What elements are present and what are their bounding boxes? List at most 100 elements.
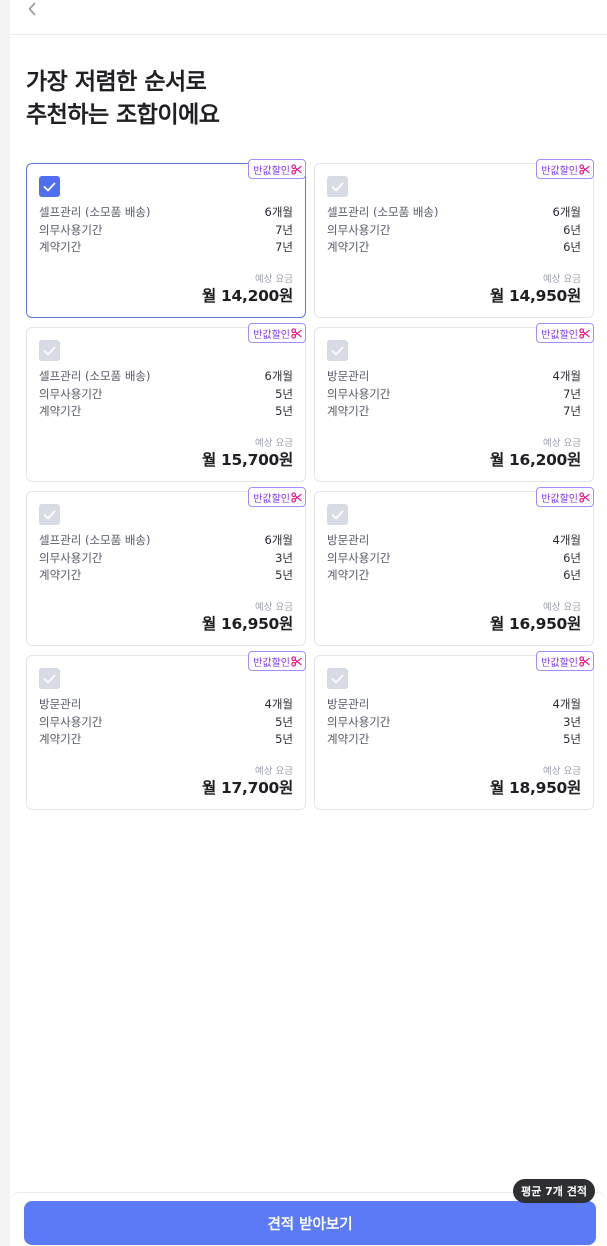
header-bar: [10, 0, 607, 35]
select-checkbox[interactable]: [39, 176, 60, 197]
price-label: 예상 요금: [543, 602, 581, 613]
scissors-icon: [291, 491, 302, 503]
check-icon: [43, 674, 56, 683]
page-title-line-2: 추천하는 조합이에요: [26, 102, 220, 128]
check-icon: [331, 510, 344, 519]
plan-detail-value: 5년: [275, 568, 293, 582]
plan-detail-label: 의무사용기간: [327, 222, 391, 237]
plan-detail-label: 계약기간: [39, 732, 82, 746]
plan-detail-label: 셀프관리 (소모품 배송): [39, 369, 151, 383]
discount-badge: 반값할인: [536, 487, 594, 507]
plan-detail-value: 4개월: [552, 369, 581, 383]
back-button[interactable]: [22, 0, 42, 18]
select-checkbox[interactable]: [327, 504, 348, 525]
plan-detail-value: 6개월: [264, 533, 293, 547]
scissors-icon: [291, 655, 302, 667]
plan-details: 방문관리 4개월 의무사용기간 7년 계약기간 7년: [327, 368, 581, 421]
plan-detail-value: 3년: [563, 714, 581, 729]
scissors-icon: [579, 655, 590, 667]
check-icon: [331, 674, 344, 683]
plan-detail-row: 계약기간 5년: [327, 731, 581, 749]
get-quote-button[interactable]: 견적 받아보기: [24, 1201, 596, 1245]
plan-detail-value: 5년: [275, 714, 293, 729]
plan-detail-row: 방문관리 4개월: [39, 696, 293, 714]
select-checkbox[interactable]: [39, 340, 60, 361]
plan-details: 셀프관리 (소모품 배송) 6개월 의무사용기간 5년 계약기간 5년: [39, 368, 293, 421]
get-quote-button-label: 견적 받아보기: [267, 1216, 353, 1233]
scissors-icon: [579, 163, 590, 175]
page-title: 가장 저렴한 순서로 추천하는 조합이에요: [26, 66, 220, 132]
plan-detail-value: 3년: [275, 550, 293, 565]
plan-price: 월 14,200원: [201, 287, 293, 305]
plan-detail-row: 의무사용기간 6년: [327, 550, 581, 568]
plan-detail-value: 4개월: [552, 697, 581, 711]
price-label: 예상 요금: [255, 438, 293, 449]
plan-card[interactable]: 반값할인 셀프관리 (소모품 배송) 6개월 의무사용기간 3년 계약기간 5년…: [26, 487, 306, 646]
plan-detail-row: 셀프관리 (소모품 배송) 6개월: [327, 204, 581, 222]
discount-badge: 반값할인: [536, 651, 594, 671]
plan-detail-label: 의무사용기간: [39, 714, 103, 729]
plan-detail-row: 의무사용기간 6년: [327, 222, 581, 240]
plan-detail-value: 6년: [563, 222, 581, 237]
plan-detail-label: 계약기간: [327, 240, 370, 254]
average-quote-badge: 평균 7개 견적: [513, 1179, 595, 1203]
plan-card[interactable]: 반값할인 방문관리 4개월 의무사용기간 7년 계약기간 7년 예상 요금 월 …: [314, 323, 594, 482]
plan-price: 월 16,200원: [489, 451, 581, 469]
plan-detail-value: 4개월: [552, 533, 581, 547]
price-label: 예상 요금: [255, 274, 293, 285]
scissors-icon: [291, 327, 302, 339]
plan-detail-value: 6년: [563, 550, 581, 565]
plan-detail-row: 계약기간 5년: [39, 567, 293, 585]
plan-details: 셀프관리 (소모품 배송) 6개월 의무사용기간 6년 계약기간 6년: [327, 204, 581, 257]
plan-detail-row: 의무사용기간 7년: [39, 222, 293, 240]
plan-card[interactable]: 반값할인 방문관리 4개월 의무사용기간 3년 계약기간 5년 예상 요금 월 …: [314, 651, 594, 810]
plan-price: 월 18,950원: [489, 779, 581, 797]
plan-detail-value: 6개월: [552, 205, 581, 219]
scissors-icon: [291, 163, 302, 175]
check-icon: [43, 182, 56, 191]
plan-card[interactable]: 반값할인 셀프관리 (소모품 배송) 6개월 의무사용기간 6년 계약기간 6년…: [314, 159, 594, 318]
plan-detail-value: 6개월: [264, 205, 293, 219]
discount-badge-label: 반값할인: [253, 657, 290, 669]
plan-details: 방문관리 4개월 의무사용기간 5년 계약기간 5년: [39, 696, 293, 749]
chevron-left-icon: [28, 2, 36, 16]
plan-detail-row: 계약기간 7년: [327, 403, 581, 421]
price-label: 예상 요금: [255, 766, 293, 777]
plan-detail-label: 의무사용기간: [327, 550, 391, 565]
plan-price: 월 14,950원: [489, 287, 581, 305]
plan-card[interactable]: 반값할인 셀프관리 (소모품 배송) 6개월 의무사용기간 7년 계약기간 7년…: [26, 159, 306, 318]
bottom-action-bar: 견적 받아보기 평균 7개 견적: [10, 1179, 607, 1246]
plan-detail-label: 방문관리: [327, 533, 370, 547]
plan-detail-value: 5년: [275, 732, 293, 746]
plan-detail-value: 4개월: [264, 697, 293, 711]
plan-detail-label: 의무사용기간: [327, 386, 391, 401]
plan-card[interactable]: 반값할인 셀프관리 (소모품 배송) 6개월 의무사용기간 5년 계약기간 5년…: [26, 323, 306, 482]
select-checkbox[interactable]: [327, 176, 348, 197]
price-label: 예상 요금: [255, 602, 293, 613]
plan-detail-value: 5년: [275, 386, 293, 401]
select-checkbox[interactable]: [327, 340, 348, 361]
plan-detail-label: 계약기간: [39, 404, 82, 418]
plan-detail-row: 셀프관리 (소모품 배송) 6개월: [39, 368, 293, 386]
discount-badge-label: 반값할인: [541, 657, 578, 669]
plan-price: 월 15,700원: [201, 451, 293, 469]
plan-detail-row: 의무사용기간 7년: [327, 386, 581, 404]
discount-badge-label: 반값할인: [541, 329, 578, 341]
plan-detail-label: 계약기간: [327, 404, 370, 418]
plan-card[interactable]: 반값할인 방문관리 4개월 의무사용기간 5년 계약기간 5년 예상 요금 월 …: [26, 651, 306, 810]
plan-detail-value: 6개월: [264, 369, 293, 383]
plan-card[interactable]: 반값할인 방문관리 4개월 의무사용기간 6년 계약기간 6년 예상 요금 월 …: [314, 487, 594, 646]
select-checkbox[interactable]: [327, 668, 348, 689]
plan-detail-row: 의무사용기간 5년: [39, 386, 293, 404]
select-checkbox[interactable]: [39, 504, 60, 525]
discount-badge: 반값할인: [248, 159, 306, 179]
discount-badge: 반값할인: [248, 651, 306, 671]
price-label: 예상 요금: [543, 274, 581, 285]
select-checkbox[interactable]: [39, 668, 60, 689]
plan-detail-label: 셀프관리 (소모품 배송): [39, 205, 151, 219]
plan-detail-value: 6년: [563, 568, 581, 582]
check-icon: [331, 182, 344, 191]
plan-details: 방문관리 4개월 의무사용기간 3년 계약기간 5년: [327, 696, 581, 749]
discount-badge: 반값할인: [248, 487, 306, 507]
plan-detail-row: 방문관리 4개월: [327, 368, 581, 386]
